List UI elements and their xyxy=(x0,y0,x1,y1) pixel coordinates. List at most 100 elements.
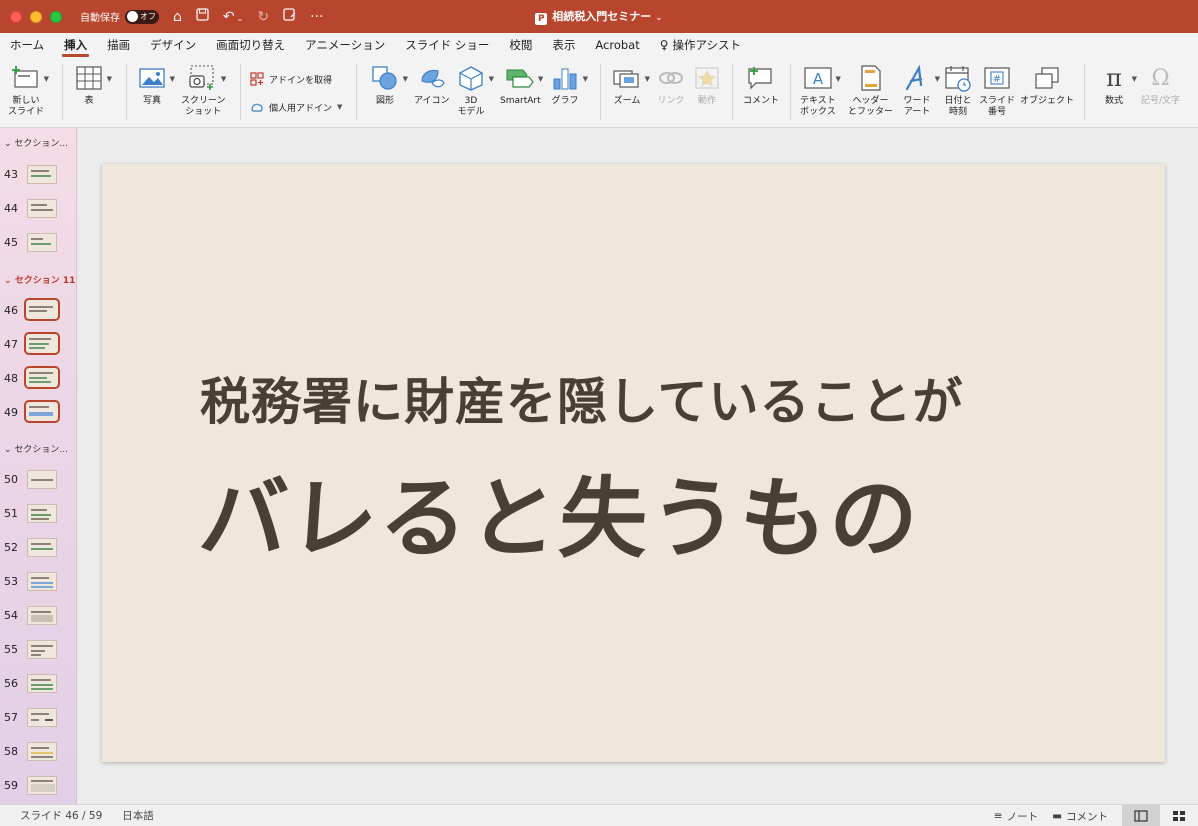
tab-view[interactable]: 表示 xyxy=(542,33,585,58)
my-addins-button[interactable]: 個人用アドイン ▼ xyxy=(250,100,342,114)
slide-canvas[interactable]: 税務署に財産を隠していることが バレると失うもの xyxy=(78,128,1198,804)
table-button[interactable]: ▼ 表 xyxy=(74,64,112,107)
tab-review[interactable]: 校閲 xyxy=(499,33,542,58)
normal-view-button[interactable] xyxy=(1122,805,1160,826)
current-slide[interactable]: 税務署に財産を隠していることが バレると失うもの xyxy=(102,164,1165,762)
tab-design[interactable]: デザイン xyxy=(140,33,206,58)
section-header[interactable]: ⌄ セクション... xyxy=(4,442,68,455)
comment-button[interactable]: コメント xyxy=(743,64,779,107)
tab-acrobat[interactable]: Acrobat xyxy=(585,33,649,58)
slide-thumbnail-row[interactable]: 52 xyxy=(0,534,76,562)
tab-home[interactable]: ホーム xyxy=(0,33,54,58)
slide-thumbnail-row[interactable]: 48 xyxy=(0,365,76,393)
language-indicator[interactable]: 日本語 xyxy=(122,808,154,823)
slide-thumbnail[interactable] xyxy=(27,165,57,184)
notes-icon: ≡ xyxy=(993,810,1003,822)
undo-icon[interactable]: ↶ ⌄ xyxy=(223,9,243,25)
minimize-window-button[interactable] xyxy=(30,10,42,23)
slide-thumbnail-selected[interactable] xyxy=(24,332,60,355)
slide-thumbnail-selected[interactable] xyxy=(24,400,60,423)
slide-title-line-2[interactable]: バレると失うもの xyxy=(196,448,925,575)
redo-icon[interactable]: ↻ xyxy=(257,9,269,25)
object-button[interactable]: オブジェクト xyxy=(1020,64,1074,107)
ribbon-tabs: ホーム 挿入 描画 デザイン 画面切り替え アニメーション スライド ショー 校… xyxy=(0,33,1198,58)
slide-thumbnail-row[interactable]: 56 xyxy=(0,670,76,698)
header-footer-button[interactable]: ヘッダー とフッター xyxy=(848,64,893,118)
tab-draw[interactable]: 描画 xyxy=(97,33,140,58)
slide-thumbnail-row[interactable]: 49 xyxy=(0,399,76,427)
tab-insert[interactable]: 挿入 xyxy=(54,33,97,58)
slide-thumbnail[interactable] xyxy=(27,538,57,557)
tab-tell-me[interactable]: ♀ 操作アシスト xyxy=(650,33,751,58)
home-icon[interactable]: ⌂ xyxy=(173,9,182,25)
wordart-button[interactable]: ▼ ワード アート xyxy=(902,64,940,118)
screenshot-button[interactable]: ▼ スクリーン ショット xyxy=(181,64,226,118)
icons-button[interactable]: アイコン xyxy=(414,64,450,107)
date-time-button[interactable]: 日付と 時刻 xyxy=(943,64,973,118)
symbol-button[interactable]: Ω 記号/文字 xyxy=(1141,64,1180,107)
slide-thumbnail-row[interactable]: 50 xyxy=(0,466,76,494)
slide-navigator[interactable]: ⌄ セクション... 43 44 45 ⌄ セクション 11 46 47 48 … xyxy=(0,128,77,804)
smartart-button[interactable]: ▼ SmartArt xyxy=(500,64,544,107)
chevron-down-icon: ▼ xyxy=(337,103,343,111)
slide-thumbnail-row[interactable]: 59 xyxy=(0,772,76,800)
comments-button[interactable]: ▬ コメント xyxy=(1052,809,1108,824)
slide-thumbnail-selected[interactable] xyxy=(24,298,60,321)
slide-sorter-view-button[interactable] xyxy=(1160,805,1198,826)
picture-button[interactable]: ▼ 写真 xyxy=(137,64,175,107)
chevron-down-icon: ⌄ xyxy=(4,276,12,286)
zoom-button[interactable]: ▼ ズーム xyxy=(612,64,650,107)
slide-thumbnail-selected[interactable] xyxy=(24,366,60,389)
slide-thumbnail-row[interactable]: 58 xyxy=(0,738,76,766)
slide-thumbnail-row[interactable]: 46 xyxy=(0,297,76,325)
action-button[interactable]: 動作 xyxy=(692,64,722,107)
status-bar: スライド 46 / 59 日本語 ≡ ノート ▬ コメント xyxy=(0,804,1198,826)
section-header[interactable]: ⌄ セクション 11 xyxy=(4,273,75,286)
chevron-down-icon: ▼ xyxy=(537,75,544,83)
slide-title-line-1[interactable]: 税務署に財産を隠していることが xyxy=(200,362,964,434)
link-button[interactable]: リンク xyxy=(656,64,686,107)
slide-thumbnail[interactable] xyxy=(27,674,57,693)
slide-thumbnail[interactable] xyxy=(27,504,57,523)
slide-thumbnail-row[interactable]: 55 xyxy=(0,636,76,664)
slide-thumbnail[interactable] xyxy=(27,233,57,252)
slide-thumbnail[interactable] xyxy=(27,606,57,625)
save-as-icon[interactable] xyxy=(283,8,296,25)
slide-thumbnail-row[interactable]: 57 xyxy=(0,704,76,732)
slide-thumbnail[interactable] xyxy=(27,708,57,727)
slide-thumbnail[interactable] xyxy=(27,470,57,489)
slide-thumbnail[interactable] xyxy=(27,572,57,591)
slide-thumbnail-row[interactable]: 45 xyxy=(0,229,76,257)
slide-thumbnail-row[interactable]: 44 xyxy=(0,195,76,223)
slide-thumbnail[interactable] xyxy=(27,776,57,795)
more-icon[interactable]: ··· xyxy=(310,9,323,25)
slide-thumbnail[interactable] xyxy=(27,742,57,761)
shapes-button[interactable]: ▼ 図形 xyxy=(370,64,408,107)
slide-thumbnail-row[interactable]: 54 xyxy=(0,602,76,630)
normal-view-icon xyxy=(1134,810,1148,822)
close-window-button[interactable] xyxy=(10,10,22,23)
get-addins-button[interactable]: アドインを取得 xyxy=(250,72,332,86)
autosave-toggle[interactable]: オフ xyxy=(125,9,159,24)
notes-button[interactable]: ≡ ノート xyxy=(994,809,1038,824)
vertical-scrollbar[interactable] xyxy=(1190,128,1198,804)
slide-thumbnail-row[interactable]: 51 xyxy=(0,500,76,528)
tab-animations[interactable]: アニメーション xyxy=(295,33,395,58)
equation-button[interactable]: π ▼ 数式 xyxy=(1099,64,1137,107)
zoom-window-button[interactable] xyxy=(50,10,62,23)
new-slide-button[interactable]: ▼ 新しい スライド xyxy=(8,64,49,118)
slide-thumbnail-row[interactable]: 43 xyxy=(0,161,76,189)
slide-thumbnail-row[interactable]: 53 xyxy=(0,568,76,596)
slide-number: 55 xyxy=(4,643,18,656)
slide-number-button[interactable]: # スライド 番号 xyxy=(979,64,1015,118)
textbox-button[interactable]: A ▼ テキスト ボックス xyxy=(800,64,841,118)
3d-models-button[interactable]: ▼ 3D モデル xyxy=(456,64,494,118)
chart-button[interactable]: ▼ グラフ xyxy=(550,64,588,107)
slide-thumbnail[interactable] xyxy=(27,199,57,218)
slide-thumbnail-row[interactable]: 47 xyxy=(0,331,76,359)
save-icon[interactable] xyxy=(196,8,209,25)
tab-slideshow[interactable]: スライド ショー xyxy=(395,33,499,58)
section-header[interactable]: ⌄ セクション... xyxy=(4,136,68,149)
tab-transitions[interactable]: 画面切り替え xyxy=(206,33,295,58)
slide-thumbnail[interactable] xyxy=(27,640,57,659)
